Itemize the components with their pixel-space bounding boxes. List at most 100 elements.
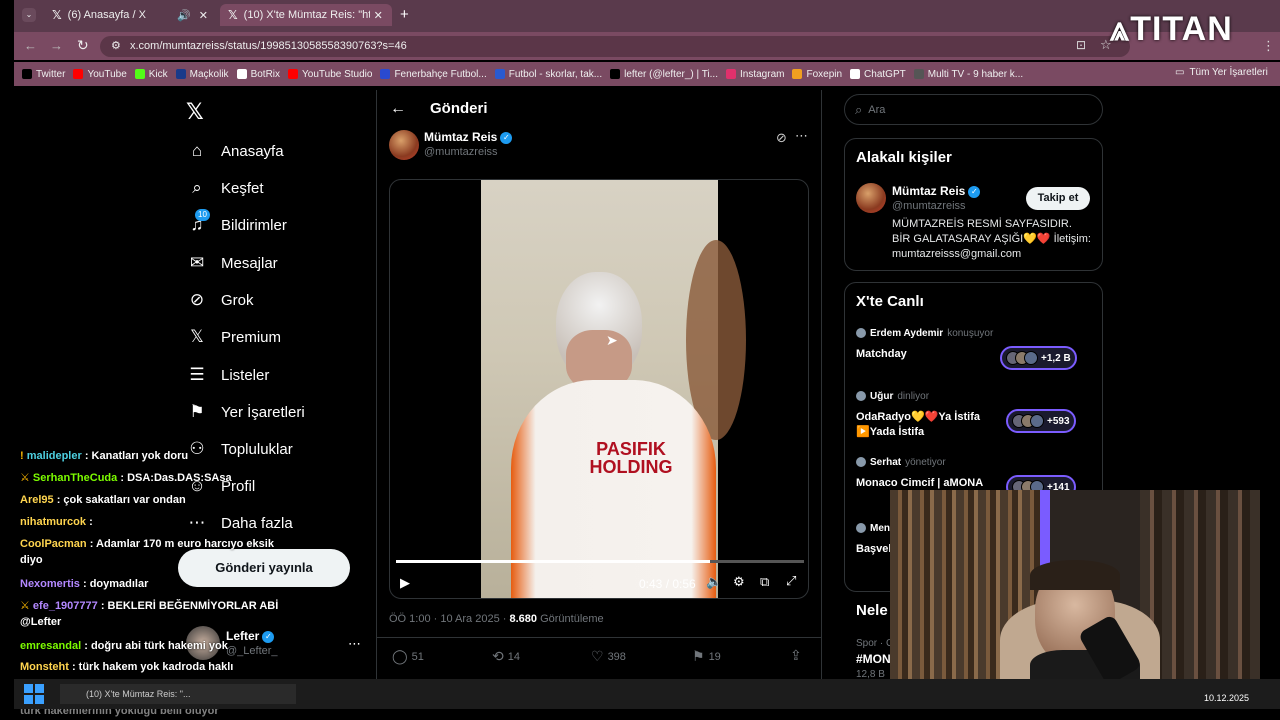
bookmark-item[interactable]: ChatGPT: [850, 69, 906, 80]
nav-item-bell[interactable]: ♫ 10 Bildirimler: [186, 209, 287, 235]
streamer-hair: [1030, 560, 1120, 590]
chat-message: ! malidерler : Kanatları yok doru: [20, 448, 320, 464]
tab-search-icon[interactable]: ⌄: [22, 8, 36, 22]
author-name-text: Mümtaz Reis: [424, 130, 498, 144]
settings-icon[interactable]: ⚙: [733, 574, 745, 590]
listener-avatar-icon: [1024, 351, 1038, 365]
live-title-text[interactable]: OdaRadyo💛❤️Ya İstifa ▶️Yada İstifa: [856, 410, 996, 440]
host-avatar-icon: [856, 328, 866, 339]
new-tab-button[interactable]: +: [400, 6, 409, 23]
reply-button[interactable]: ◯ 51: [392, 648, 424, 665]
search-icon: ⌕: [192, 178, 202, 197]
bookmark-item[interactable]: YouTube Studio: [288, 69, 372, 80]
url-input[interactable]: ⚙ x.com/mumtazreiss/status/1998513058558…: [100, 36, 1130, 57]
speaker-icon[interactable]: 🔊: [177, 9, 191, 22]
windows-start-icon[interactable]: [24, 684, 44, 704]
news-headline[interactable]: #MON: [856, 652, 891, 666]
install-icon[interactable]: ⊡: [1076, 38, 1086, 52]
nav-item-bookmark[interactable]: ⚑ Yer İşaretleri: [186, 402, 304, 422]
live-host[interactable]: Uğur dinliyor: [856, 391, 929, 402]
bookmark-favicon-icon: [22, 69, 32, 79]
back-arrow-icon[interactable]: ←: [390, 100, 406, 118]
related-avatar[interactable]: [856, 183, 886, 213]
nav-item-grok[interactable]: ⊘ Grok: [186, 290, 254, 310]
live-title-text[interactable]: Matchday: [856, 347, 996, 362]
live-title-text[interactable]: Monaco Cimcif | aMONA: [856, 476, 996, 491]
bookmark-item[interactable]: lefter (@lefter_) | Ti...: [610, 69, 718, 80]
bookmark-item[interactable]: Twitter: [22, 69, 65, 80]
chat-message: Monsteht : türk hakem yok kadroda haklı: [20, 659, 320, 675]
close-icon[interactable]: ✕: [374, 9, 383, 22]
author-handle[interactable]: @mumtazreiss: [424, 146, 498, 158]
nav-item-home[interactable]: ⌂ Anasayfa: [186, 141, 284, 161]
grok-icon[interactable]: ⊘: [776, 130, 787, 146]
bookmark-item[interactable]: Foxepin: [792, 69, 842, 80]
author-name[interactable]: Mümtaz Reis ✓: [424, 130, 513, 144]
chat-message: nihatmurcok :: [20, 514, 320, 530]
tab-post[interactable]: 𝕏 (10) X'te Mümtaz Reis: "https:// ✕: [220, 4, 392, 26]
home-icon: ⌂: [191, 141, 203, 160]
reload-icon[interactable]: ↻: [77, 37, 89, 54]
like-button[interactable]: ♡ 398: [591, 648, 626, 665]
play-icon[interactable]: ▶: [400, 575, 410, 591]
nav-item-list[interactable]: ☰ Listeler: [186, 365, 269, 385]
post-date[interactable]: 10 Ara 2025: [440, 613, 499, 625]
post-more-icon[interactable]: ⋯: [795, 128, 808, 144]
author-avatar[interactable]: [389, 130, 419, 160]
related-name[interactable]: Mümtaz Reis ✓: [892, 184, 981, 198]
bookmark-item[interactable]: BotRix: [236, 69, 280, 80]
account-more-icon[interactable]: ⋯: [348, 636, 361, 652]
webcam-overlay: [890, 490, 1260, 700]
chat-badge-icon: ⚔: [20, 600, 33, 612]
verified-icon: ✓: [968, 185, 981, 198]
forward-icon[interactable]: →: [50, 38, 63, 53]
bookmark-favicon-icon: [73, 69, 84, 79]
live-host[interactable]: Men: [856, 523, 894, 534]
live-host[interactable]: Serhat yönetiyor: [856, 457, 946, 468]
pip-icon[interactable]: ⧉: [760, 574, 769, 590]
volume-icon[interactable]: 🔈: [706, 574, 722, 590]
repost-count: 14: [507, 650, 520, 663]
x-logo-icon[interactable]: 𝕏: [186, 99, 204, 125]
post-time[interactable]: ÖÖ 1:00: [389, 613, 431, 625]
nav-item-mail[interactable]: ✉ Mesajlar: [186, 253, 278, 273]
site-info-icon[interactable]: ⚙: [111, 39, 121, 52]
fullscreen-icon[interactable]: ⤢: [786, 573, 796, 589]
listener-pill[interactable]: +593: [1006, 409, 1076, 433]
chat-text: : doğru abi türk hakemi yok: [84, 640, 228, 652]
search-input[interactable]: ⌕ Ara: [844, 94, 1103, 125]
views-label: Görüntüleme: [540, 613, 604, 625]
bookmark-label: Kick: [148, 68, 168, 80]
taskbar-window-label: (10) X'te Mümtaz Reis: "...: [86, 689, 191, 699]
bookmark-item[interactable]: Multi TV - 9 haber k...: [913, 69, 1023, 80]
live-host[interactable]: Erdem Aydemir konuşuyor: [856, 328, 993, 339]
nav-label: Premium: [221, 328, 282, 346]
listener-pill[interactable]: +1,2 B: [1000, 346, 1077, 370]
bookmark-item[interactable]: Fenerbahçe Futbol...: [380, 69, 487, 80]
share-icon[interactable]: ⇪: [790, 647, 802, 664]
like-count: 398: [607, 650, 626, 663]
menu-icon[interactable]: ⋮: [1262, 38, 1275, 54]
reply-count: 51: [411, 650, 424, 663]
bookmark-item[interactable]: Maçkolik: [175, 69, 229, 80]
bookmark-icon: ⚑: [189, 402, 205, 421]
taskbar-window[interactable]: (10) X'te Mümtaz Reis: "...: [60, 684, 296, 704]
bookmark-item[interactable]: Kick: [134, 68, 168, 80]
back-icon[interactable]: ←: [24, 38, 37, 53]
repost-button[interactable]: ⟲ 14: [492, 648, 520, 665]
tab-label: (10) X'te Mümtaz Reis: "https://: [243, 9, 370, 21]
follow-button[interactable]: Takip et: [1026, 187, 1090, 210]
tab-home[interactable]: 𝕏 (6) Anasayfa / X 🔊 ✕: [44, 4, 216, 26]
bookmark-item[interactable]: YouTube: [73, 69, 127, 80]
nav-item-search[interactable]: ⌕ Keşfet: [186, 178, 263, 198]
brand-text: TITAN: [1130, 10, 1233, 48]
bookmark-item[interactable]: Futbol - skorlar, tak...: [494, 69, 602, 80]
bookmark-button[interactable]: ⚑ 19: [692, 648, 721, 665]
all-bookmarks[interactable]: ▭ Tüm Yer İşaretleri: [1175, 67, 1268, 78]
video-player[interactable]: PASIFIK HOLDING ➤ ▶ 0:43 / 0:56 🔈 ⚙ ⧉ ⤢: [389, 179, 809, 599]
video-progress-track[interactable]: [396, 560, 804, 563]
nav-item-x-logo[interactable]: 𝕏 Premium: [186, 327, 281, 347]
chat-message: Arel95 : çok sakatları var ondan: [20, 492, 320, 508]
close-icon[interactable]: ✕: [199, 9, 208, 22]
bookmark-item[interactable]: Instagram: [726, 69, 784, 80]
